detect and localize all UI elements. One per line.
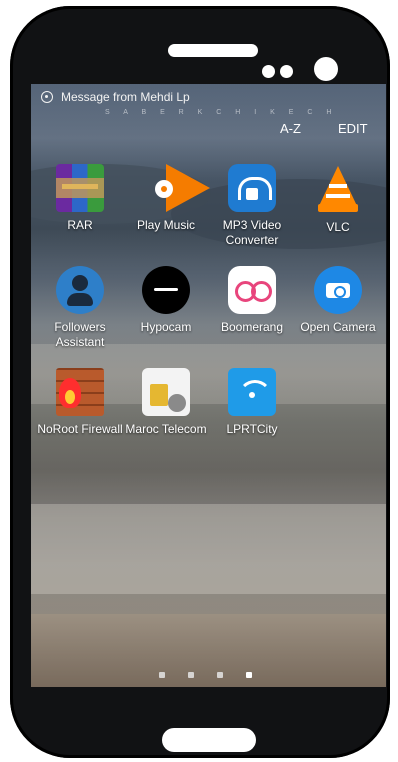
noroot-firewall-icon bbox=[56, 368, 104, 416]
app-rar[interactable]: RAR bbox=[37, 164, 123, 233]
boomerang-icon bbox=[228, 266, 276, 314]
wallpaper-city bbox=[31, 504, 386, 594]
followers-assistant-icon bbox=[56, 266, 104, 314]
app-noroot-firewall[interactable]: NoRoot Firewall bbox=[37, 368, 123, 437]
edit-button[interactable]: EDIT bbox=[338, 121, 368, 136]
sort-az-button[interactable]: A-Z bbox=[280, 121, 301, 136]
app-boomerang[interactable]: Boomerang bbox=[209, 266, 295, 335]
hypocam-icon bbox=[142, 266, 190, 314]
app-vlc[interactable]: VLC bbox=[295, 164, 381, 235]
sensor-dot bbox=[262, 65, 275, 78]
app-open-camera[interactable]: Open Camera bbox=[295, 266, 381, 335]
app-label: Hypocam bbox=[140, 320, 192, 334]
play-music-icon bbox=[142, 164, 210, 212]
notification-text: Message from Mehdi Lp bbox=[61, 90, 190, 104]
vlc-icon bbox=[314, 166, 362, 214]
app-label: VLC bbox=[326, 220, 350, 234]
app-followers-assistant[interactable]: Followers Assistant bbox=[37, 266, 123, 350]
app-label: Followers Assistant bbox=[54, 320, 106, 349]
notification-banner[interactable]: Message from Mehdi Lp bbox=[41, 90, 190, 104]
app-label: NoRoot Firewall bbox=[37, 422, 123, 436]
sensor-dot bbox=[280, 65, 293, 78]
page-dot[interactable] bbox=[188, 672, 194, 678]
wallpaper-watermark: S A B E R K C H I K E C H bbox=[105, 109, 338, 116]
app-label: Play Music bbox=[136, 218, 195, 232]
lprtcity-icon bbox=[228, 368, 276, 416]
app-maroc-telecom[interactable]: Maroc Telecom bbox=[123, 368, 209, 437]
app-label: Open Camera bbox=[300, 320, 376, 334]
front-camera bbox=[314, 57, 338, 81]
rar-icon bbox=[56, 164, 104, 212]
app-mp3-video-converter[interactable]: MP3 Video Converter bbox=[209, 164, 295, 248]
app-lprtcity[interactable]: LPRTCity bbox=[209, 368, 295, 437]
open-camera-icon bbox=[314, 266, 362, 314]
mp3-video-converter-icon bbox=[228, 164, 276, 212]
page-dot[interactable] bbox=[217, 672, 223, 678]
page-dot-active[interactable] bbox=[246, 672, 252, 678]
earpiece bbox=[168, 44, 258, 57]
app-label: MP3 Video Converter bbox=[222, 218, 282, 247]
app-drawer-screen: Message from Mehdi Lp S A B E R K C H I … bbox=[31, 84, 386, 687]
whatsapp-icon bbox=[41, 91, 53, 103]
app-label: RAR bbox=[67, 218, 93, 232]
page-indicator bbox=[159, 672, 252, 678]
app-label: Maroc Telecom bbox=[125, 422, 207, 436]
app-label: LPRTCity bbox=[226, 422, 278, 436]
page-dot[interactable] bbox=[159, 672, 165, 678]
app-play-music[interactable]: Play Music bbox=[123, 164, 210, 233]
maroc-telecom-icon bbox=[142, 368, 190, 416]
app-hypocam[interactable]: Hypocam bbox=[123, 266, 209, 335]
app-label: Boomerang bbox=[220, 320, 284, 334]
home-button[interactable] bbox=[162, 728, 256, 752]
